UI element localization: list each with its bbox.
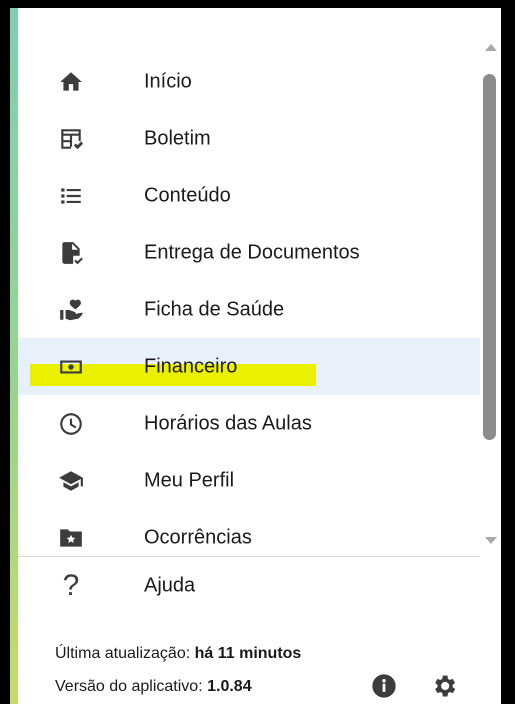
clock-icon xyxy=(58,411,84,437)
menu-item-entrega-documentos[interactable]: Entrega de Documentos xyxy=(18,224,480,281)
graduation-cap-icon xyxy=(58,468,84,494)
menu-item-label: Ocorrências xyxy=(144,526,252,548)
side-menu-panel: Início Boletim Conteúdo Entrega de Docum… xyxy=(10,8,501,704)
menu-item-label: Boletim xyxy=(144,127,211,149)
folder-star-icon xyxy=(58,525,84,551)
menu-item-label: Financeiro xyxy=(144,355,238,377)
menu-list: Início Boletim Conteúdo Entrega de Docum… xyxy=(18,8,480,552)
menu-item-inicio[interactable]: Início xyxy=(18,53,480,110)
last-update-value: há 11 minutos xyxy=(194,645,302,662)
menu-item-label: Entrega de Documentos xyxy=(144,241,360,263)
menu-item-meu-perfil[interactable]: Meu Perfil xyxy=(18,452,480,509)
document-check-icon xyxy=(58,240,84,266)
menu-divider xyxy=(18,556,480,557)
report-card-icon xyxy=(58,126,84,152)
last-update-text: Última atualização: há 11 minutos xyxy=(55,645,301,663)
menu-item-boletim[interactable]: Boletim xyxy=(18,110,480,167)
menu-item-ajuda[interactable]: ? Ajuda xyxy=(18,558,480,614)
info-icon[interactable] xyxy=(370,672,398,700)
scroll-down-arrow-icon[interactable] xyxy=(485,537,497,544)
accent-strip xyxy=(10,8,18,704)
menu-item-ficha-saude[interactable]: Ficha de Saúde xyxy=(18,281,480,338)
last-update-label: Última atualização: xyxy=(55,645,191,662)
scroll-up-arrow-icon[interactable] xyxy=(485,44,497,51)
menu-item-label: Conteúdo xyxy=(144,184,231,206)
menu-item-conteudo[interactable]: Conteúdo xyxy=(18,167,480,224)
menu-item-financeiro[interactable]: Financeiro xyxy=(18,338,480,395)
list-icon xyxy=(58,183,84,209)
health-hand-heart-icon xyxy=(58,297,84,323)
menu-item-label: Ficha de Saúde xyxy=(144,298,285,320)
question-icon: ? xyxy=(62,569,80,602)
money-icon xyxy=(58,354,84,380)
menu-item-label: Início xyxy=(144,70,192,92)
menu-item-horarios-aulas[interactable]: Horários das Aulas xyxy=(18,395,480,452)
menu-item-label: Ajuda xyxy=(144,574,196,597)
gear-icon[interactable] xyxy=(430,672,458,700)
home-icon xyxy=(58,69,84,95)
menu-scrollbar[interactable] xyxy=(480,34,501,552)
menu-item-label: Meu Perfil xyxy=(144,469,235,491)
app-version-text: Versão do aplicativo: 1.0.84 xyxy=(55,678,252,696)
scrollbar-thumb[interactable] xyxy=(483,74,496,440)
app-version-value: 1.0.84 xyxy=(207,678,252,695)
menu-item-label: Horários das Aulas xyxy=(144,412,312,434)
app-version-label: Versão do aplicativo: xyxy=(55,678,203,695)
